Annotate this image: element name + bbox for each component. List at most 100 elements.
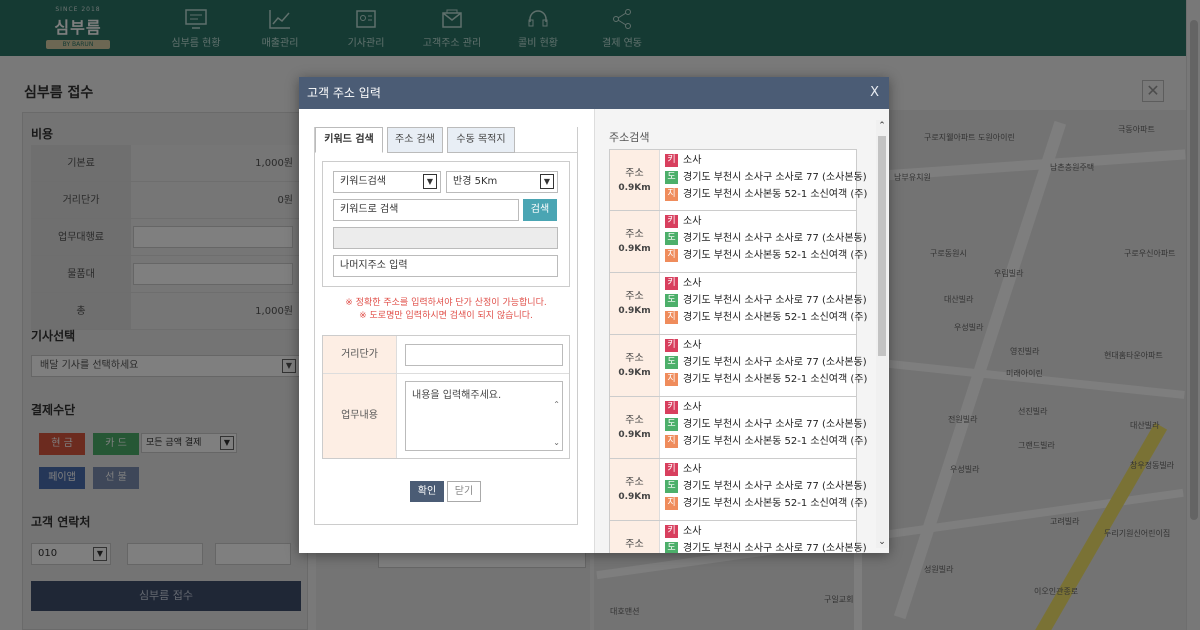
distance-price-input[interactable] <box>405 344 563 366</box>
result-kind: 주소 <box>625 539 644 550</box>
result-item[interactable]: 주소 0.9Km 키소사도 경기도 부천시 소사구 소사로 77 (소사본동) 지 경기도… <box>609 149 867 211</box>
result-item[interactable]: 주소0.9Km키소사도경기도 부천시 소사구 소사로 77 (소사본동)지경기도… <box>609 211 867 273</box>
result-jibun-address: 경기도 부천시 소사본동 52-1 소신여객 (주) <box>683 374 868 385</box>
result-distance-value: 0.9Km <box>618 492 651 502</box>
result-distance-value: 0.9Km <box>618 244 651 254</box>
result-distance-value: 0.9Km <box>618 430 651 440</box>
result-name: 소사 <box>683 464 702 475</box>
jibun-tag: 지 <box>665 311 678 324</box>
results-list: 주소 0.9Km 키 소사 도 경기도 부천시 소사구 소사로 77 (소사본동) 지 경기도… <box>609 149 867 553</box>
customer-address-modal: 고객 주소 입력 X 키워드 검색 주소 검색 수동 목적지 키워드검색 ▼ 반… <box>299 77 889 553</box>
keyword-tag: 키 <box>665 463 678 476</box>
jibun-tag: 지 <box>665 249 678 262</box>
chevron-down-icon: ▼ <box>423 174 437 189</box>
result-jibun-line: 지 경기도 부천시 소사본동 52-1 소신여객 (주) <box>665 311 867 325</box>
result-item[interactable]: 주소 0.9Km 키 소사도 경기도 부천시 소사구 소사로 77 (소사본동) 지경기도… <box>609 459 867 521</box>
work-content-placeholder: 내용을 입력해주세요. <box>412 390 502 401</box>
radius-select[interactable]: 반경 5Km ▼ <box>446 171 558 193</box>
results-scrollbar[interactable]: ⌃ ⌄ <box>876 120 888 548</box>
road-tag: 도 <box>665 542 678 553</box>
close-button[interactable]: 닫기 <box>447 481 481 502</box>
result-item[interactable]: 주소0.9Km키소사도경기도 부천시 소사구 소사로 77 (소사본동)지경기도… <box>609 273 867 335</box>
result-jibun-address: 경기도 부천시 소사본동 52-1 소신여객 (주) <box>683 436 868 447</box>
result-kind: 주소 <box>625 229 644 240</box>
modal-title: 고객 주소 입력 <box>307 86 381 100</box>
result-keyword-line: 키 소사 <box>665 401 701 415</box>
result-kind: 주소 <box>625 353 644 364</box>
distance-price-label: 거리단가 <box>323 336 397 373</box>
jibun-tag: 지 <box>665 188 678 201</box>
modal-close-button[interactable]: X <box>870 77 879 109</box>
result-road-address: 경기도 부천시 소사구 소사로 77 (소사본동) <box>683 172 867 183</box>
results-scrollbar-thumb[interactable] <box>878 136 886 356</box>
result-road-address: 경기도 부천시 소사구 소사로 77 (소사본동) <box>683 295 867 306</box>
chevron-down-icon: ▼ <box>540 174 554 189</box>
result-distance: 주소 0.9Km <box>610 211 660 272</box>
road-tag: 도 <box>665 171 678 184</box>
result-kind: 주소 <box>625 168 644 179</box>
result-kind: 주소 <box>625 477 644 488</box>
result-jibun-address: 경기도 부천시 소사본동 52-1 소신여객 (주) <box>683 250 868 261</box>
road-tag: 도 <box>665 418 678 431</box>
result-kind: 주소 <box>625 291 644 302</box>
order-detail-table: 거리단가 업무내용 내용을 입력해주세요. ⌃ ⌄ <box>322 335 570 459</box>
textarea-scroll-arrows[interactable]: ⌃ ⌄ <box>553 386 560 462</box>
keyword-tag: 키 <box>665 215 678 228</box>
result-road-line: 도 경기도 부천시 소사구 소사로 77 (소사본동) <box>665 542 867 553</box>
keyword-tag: 키 <box>665 154 678 167</box>
confirm-button[interactable]: 확인 <box>410 481 444 502</box>
search-type-select[interactable]: 키워드검색 ▼ <box>333 171 441 193</box>
result-jibun-line: 지 경기도 부천시 소사본동 52-1 소신여객 (주) <box>665 249 867 263</box>
tab-keyword-search[interactable]: 키워드 검색 <box>315 127 383 153</box>
chevron-up-icon[interactable]: ⌃ <box>876 120 888 132</box>
result-road-line: 도 경기도 부천시 소사구 소사로 77 (소사본동) <box>665 356 867 370</box>
distance-price-row: 거리단가 <box>323 336 569 374</box>
keyword-tag: 키 <box>665 339 678 352</box>
result-distance: 주소0.9Km <box>610 335 660 396</box>
result-distance: 주소0.9Km <box>610 397 660 458</box>
keyword-tag: 키 <box>665 277 678 290</box>
road-tag: 도 <box>665 480 678 493</box>
detail-address-input[interactable]: 나머지주소 입력 <box>333 255 558 277</box>
result-road-address: 경기도 부천시 소사구 소사로 77 (소사본동) <box>683 357 867 368</box>
result-name: 소사 <box>683 340 702 351</box>
result-jibun-line: 지 경기도 부천시 소사본동 52-1 소신여객 (주) <box>665 497 867 511</box>
keyword-input[interactable]: 키워드로 검색 <box>333 199 519 221</box>
work-content-textarea[interactable]: 내용을 입력해주세요. ⌃ ⌄ <box>405 381 563 451</box>
keyword-tag: 키 <box>665 401 678 414</box>
tab-manual-destination[interactable]: 수동 목적지 <box>447 127 515 153</box>
tab-address-search[interactable]: 주소 검색 <box>387 127 443 153</box>
result-keyword-line: 키 소사 <box>665 525 701 539</box>
result-item[interactable]: 주소0.9Km 키 소사도 경기도 부천시 소사구 소사로 77 (소사본동) 지 경기도… <box>609 335 867 397</box>
result-item[interactable]: 주소0.9Km키소사도경기도 부천시 소사구 소사로 77 (소사본동)지경기도… <box>609 521 867 553</box>
results-title: 주소검색 <box>609 131 650 144</box>
jibun-tag: 지 <box>665 373 678 386</box>
result-item[interactable]: 주소0.9Km키소사도경기도 부천시 소사구 소사로 77 (소사본동)지경기도… <box>609 397 867 459</box>
road-tag: 도 <box>665 356 678 369</box>
warning-text: ※ 정확한 주소를 입력하셔야 단가 산정이 가능합니다. <box>345 298 547 308</box>
results-panel: 주소검색 주소 0.9Km 키 소사 도 경기도 부천시 소사구 소사로 77 (소사본동… <box>595 109 889 553</box>
result-keyword-line: 키 소사 <box>665 215 701 229</box>
result-name: 소사 <box>683 402 702 413</box>
result-distance-value: 0.9Km <box>618 183 651 193</box>
result-keyword-line: 키 소사 <box>665 339 701 353</box>
result-road-address: 경기도 부천시 소사구 소사로 77 (소사본동) <box>683 233 867 244</box>
result-distance-value: 0.9Km <box>618 306 651 316</box>
result-distance: 주소 0.9Km <box>610 273 660 334</box>
result-road-line: 도 경기도 부천시 소사구 소사로 77 (소사본동) <box>665 171 867 185</box>
radius-value: 반경 5Km <box>453 176 498 187</box>
result-road-address: 경기도 부천시 소사구 소사로 77 (소사본동) <box>683 419 867 430</box>
work-content-label: 업무내용 <box>323 374 397 458</box>
result-jibun-address: 경기도 부천시 소사본동 52-1 소신여객 (주) <box>683 498 868 509</box>
result-name: 소사 <box>683 278 702 289</box>
chevron-down-icon[interactable]: ⌄ <box>876 536 888 548</box>
warning-text: ※ 도로명만 입력하시면 검색이 되지 않습니다. <box>359 311 533 321</box>
selected-address-field <box>333 227 558 249</box>
result-keyword-line: 키 소사 <box>665 154 701 168</box>
result-road-address: 경기도 부천시 소사구 소사로 77 (소사본동) <box>683 481 867 492</box>
result-jibun-line: 지 경기도 부천시 소사본동 52-1 소신여객 (주) <box>665 373 867 387</box>
result-distance: 주소0.9Km <box>610 521 660 553</box>
result-road-line: 도 경기도 부천시 소사구 소사로 77 (소사본동) <box>665 418 867 432</box>
result-distance: 주소 0.9Km <box>610 150 660 210</box>
search-button[interactable]: 검색 <box>523 199 557 221</box>
